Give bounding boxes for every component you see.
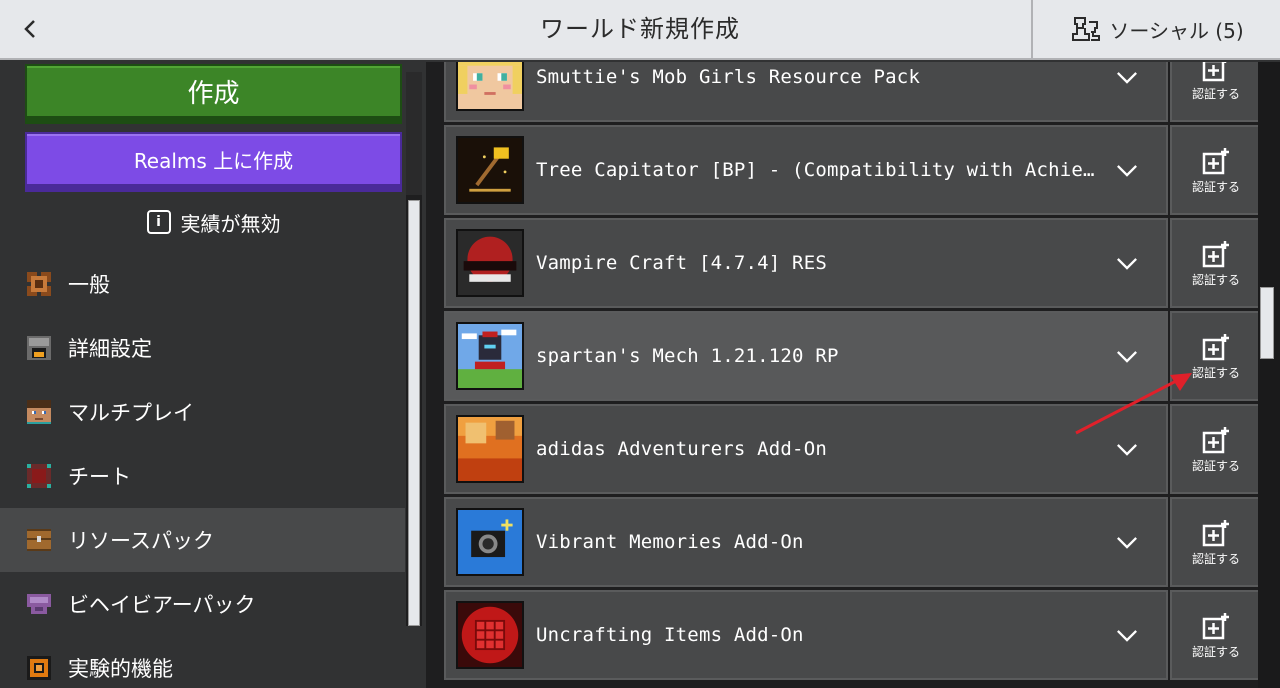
chest-icon	[27, 529, 51, 551]
activate-label: 認証する	[1191, 551, 1240, 566]
behavior-icon	[27, 594, 51, 614]
activate-label: 認証する	[1191, 365, 1240, 380]
expand-chevron-icon[interactable]	[1112, 527, 1142, 557]
activate-pack-button[interactable]: 認証する	[1170, 218, 1262, 308]
social-button[interactable]: ソーシャル (5)	[1031, 0, 1280, 58]
nav-label: 詳細設定	[68, 337, 152, 361]
activate-pack-button[interactable]: 認証する	[1170, 497, 1262, 587]
crafting-grid-thumb	[456, 601, 524, 669]
pack-name: Vibrant Memories Add-On	[536, 531, 804, 553]
nav-label: リソースパック	[68, 529, 214, 553]
chevron-left-icon	[24, 20, 35, 38]
create-on-realms-button[interactable]: Realms 上に作成	[25, 132, 402, 192]
pack-name: Vampire Craft [4.7.4] RES	[536, 252, 827, 274]
add-pack-icon	[1202, 147, 1229, 174]
spartan-thumb	[456, 322, 524, 390]
settings-sidebar: 作成 Realms 上に作成 i 実績が無効 一般 詳細設定 マルチプレイ チー…	[0, 62, 426, 688]
activate-label: 認証する	[1191, 86, 1240, 101]
activate-pack-button[interactable]: 認証する	[1170, 62, 1262, 122]
top-bar: ワールド新規作成 ソーシャル (5)	[0, 0, 1280, 60]
pack-row: Uncrafting Items Add-On 認証する	[444, 590, 1262, 683]
create-button[interactable]: 作成	[25, 64, 402, 124]
pack-item[interactable]: Smuttie's Mob Girls Resource Pack	[444, 62, 1168, 122]
activate-label: 認証する	[1191, 272, 1240, 287]
nav-item-resource-packs[interactable]: リソースパック	[0, 508, 405, 572]
pack-item[interactable]: Uncrafting Items Add-On	[444, 590, 1168, 680]
pack-list-scroll-thumb[interactable]	[1260, 287, 1274, 359]
realms-button-label: Realms 上に作成	[133, 148, 294, 173]
activate-label: 認証する	[1191, 644, 1240, 659]
player-head-icon	[27, 400, 51, 424]
achievements-disabled-notice: i 実績が無効	[25, 202, 402, 242]
add-pack-icon	[1202, 62, 1227, 81]
expand-chevron-icon[interactable]	[1112, 155, 1142, 185]
pack-item[interactable]: Vibrant Memories Add-On	[444, 497, 1168, 587]
achievements-label: 実績が無効	[180, 211, 281, 236]
pack-item[interactable]: Tree Capitator [BP] - (Compatibility wit…	[444, 125, 1168, 215]
camera-thumb	[456, 508, 524, 576]
pack-item[interactable]: Vampire Craft [4.7.4] RES	[444, 218, 1168, 308]
vampire-craft-thumb	[456, 229, 524, 297]
nav-item-advanced[interactable]: 詳細設定	[0, 316, 405, 380]
pack-name: Uncrafting Items Add-On	[536, 624, 804, 646]
settings-nav: 一般 詳細設定 マルチプレイ チート リソースパック ビヘイビアーパック 実験的…	[0, 252, 405, 688]
nav-item-experiments[interactable]: 実験的機能	[0, 636, 405, 688]
nav-item-cheats[interactable]: チート	[0, 444, 405, 508]
nav-item-behavior-packs[interactable]: ビヘイビアーパック	[0, 572, 405, 636]
add-pack-icon	[1202, 240, 1229, 267]
pack-row: adidas Adventurers Add-On 認証する	[444, 404, 1262, 497]
page-title: ワールド新規作成	[540, 15, 740, 43]
expand-chevron-icon[interactable]	[1112, 248, 1142, 278]
add-pack-icon	[1202, 426, 1229, 453]
back-button[interactable]	[0, 0, 60, 58]
add-pack-icon	[1202, 333, 1229, 360]
pack-name: spartan's Mech 1.21.120 RP	[536, 345, 839, 367]
expand-chevron-icon[interactable]	[1112, 341, 1142, 371]
pack-list-scrollbar[interactable]	[1258, 62, 1280, 688]
activate-pack-button[interactable]: 認証する	[1170, 590, 1262, 680]
pack-list-panel: Smuttie's Mob Girls Resource Pack 認証する T…	[426, 62, 1280, 688]
expand-chevron-icon[interactable]	[1112, 434, 1142, 464]
activate-label: 認証する	[1191, 179, 1240, 194]
create-button-label: 作成	[187, 78, 240, 109]
pack-row: Vampire Craft [4.7.4] RES 認証する	[444, 218, 1262, 311]
activate-pack-button[interactable]: 認証する	[1170, 311, 1262, 401]
nav-label: ビヘイビアーパック	[68, 593, 256, 617]
pack-name: Tree Capitator [BP] - (Compatibility wit…	[536, 159, 1096, 181]
nav-item-multiplayer[interactable]: マルチプレイ	[0, 380, 405, 444]
activate-label: 認証する	[1191, 458, 1240, 473]
sidebar-scroll-thumb[interactable]	[408, 200, 420, 626]
add-pack-icon	[1202, 519, 1229, 546]
nav-label: マルチプレイ	[68, 401, 194, 425]
nav-label: 一般	[68, 273, 110, 297]
pack-row: spartan's Mech 1.21.120 RP 認証する	[444, 311, 1262, 404]
pack-row: Vibrant Memories Add-On 認証する	[444, 497, 1262, 590]
pack-item[interactable]: adidas Adventurers Add-On	[444, 404, 1168, 494]
pack-row: Smuttie's Mob Girls Resource Pack 認証する	[444, 62, 1262, 125]
expand-chevron-icon[interactable]	[1112, 62, 1142, 92]
gear-icon	[27, 272, 51, 296]
activate-pack-button[interactable]: 認証する	[1170, 404, 1262, 494]
experiment-icon	[27, 656, 51, 680]
pack-item[interactable]: spartan's Mech 1.21.120 RP	[444, 311, 1168, 401]
cheat-block-icon	[27, 464, 51, 488]
pack-list: Smuttie's Mob Girls Resource Pack 認証する T…	[444, 62, 1262, 683]
nav-label: 実験的機能	[68, 657, 173, 681]
nav-item-general[interactable]: 一般	[0, 252, 405, 316]
axe-thumb	[456, 136, 524, 204]
nav-label: チート	[68, 465, 131, 489]
pack-name: adidas Adventurers Add-On	[536, 438, 827, 460]
social-people-icon	[1072, 17, 1101, 41]
pack-name: Smuttie's Mob Girls Resource Pack	[536, 66, 921, 88]
furnace-icon	[27, 336, 51, 360]
pack-row: Tree Capitator [BP] - (Compatibility wit…	[444, 125, 1262, 218]
social-label: ソーシャル (5)	[1109, 18, 1244, 43]
add-pack-icon	[1202, 612, 1229, 639]
adidas-thumb	[456, 415, 524, 483]
info-icon: i	[146, 210, 171, 234]
girl-face-thumb	[456, 62, 524, 111]
activate-pack-button[interactable]: 認証する	[1170, 125, 1262, 215]
expand-chevron-icon[interactable]	[1112, 620, 1142, 650]
